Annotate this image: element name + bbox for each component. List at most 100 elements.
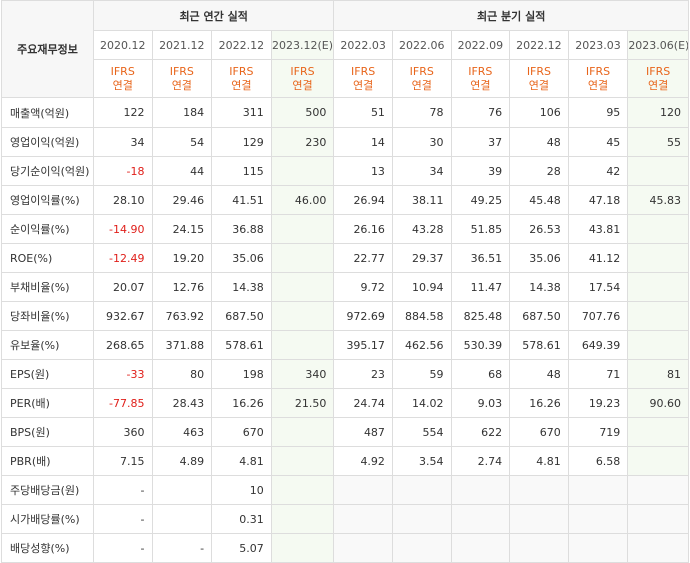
table-cell: 530.39 [450,330,511,360]
ifrs-consolidated: 연결 [587,78,609,92]
table-cell [391,504,452,534]
table-cell: 51 [333,97,393,128]
table-cell: 71 [567,359,629,389]
table-cell: 649.39 [567,330,629,360]
table-cell [509,533,569,563]
table-cell: -14.90 [92,214,153,244]
table-cell: 13 [333,156,393,186]
table-row: 시가배당률(%) - 0.31 [1,504,689,534]
period-header: 2023.06(E) [627,30,689,60]
financial-table: 주요재무정보 최근 연간 실적 최근 분기 실적 2020.12 2021.12 2… [1,0,689,563]
table-cell [270,504,335,534]
table-cell [627,504,689,534]
period-header: 2023.03 [567,30,629,60]
table-row: 당좌비율(%) 932.67 763.92 687.50 972.69 884.58 825… [1,301,689,331]
table-cell: 26.16 [333,214,393,244]
table-cell: 28.10 [92,185,153,215]
table-cell: 6.58 [567,446,629,476]
table-cell [450,533,511,563]
table-cell: 500 [270,97,335,128]
ifrs-label: IFRS 연결 [450,59,511,98]
table-row: 당기순이익(억원) -18 44 115 13 34 39 28 42 [1,156,689,186]
table-cell: 687.50 [211,301,272,331]
table-cell [270,417,335,447]
table-cell: 29.46 [151,185,213,215]
table-cell: 28 [509,156,569,186]
table-cell: 95 [567,97,629,128]
table-cell: 268.65 [92,330,153,360]
table-cell: 115 [211,156,272,186]
period-header: 2022.12 [509,30,569,60]
table-cell: -18 [92,156,153,186]
table-cell: 4.81 [509,446,569,476]
table-cell: 395.17 [333,330,393,360]
table-cell [509,504,569,534]
ifrs-standard: IFRS [585,64,611,78]
ifrs-standard: IFRS [468,64,493,78]
table-cell [627,214,689,244]
table-cell: 14.38 [509,272,569,302]
table-row: 유보율(%) 268.65 371.88 578.61 395.17 462.56 530.… [1,330,689,360]
table-row: 배당성향(%) - -5.07 [1,533,689,563]
table-cell: 38.11 [391,185,452,215]
period-header: 2022.09 [450,30,511,60]
table-cell: 42 [567,156,629,186]
table-cell [270,475,335,505]
table-cell: -33 [92,359,153,389]
table-cell: 55 [627,127,689,157]
table-cell [627,330,689,360]
table-cell: 35.06 [509,243,569,273]
table-cell: 12.76 [151,272,213,302]
table-cell: 7.15 [92,446,153,476]
table-cell [270,214,335,244]
ifrs-consolidated: 연결 [292,78,313,92]
table-cell: 19.20 [151,243,213,273]
table-cell: 20.07 [92,272,153,302]
table-row: 영업이익률(%) 28.10 29.46 41.51 46.00 26.94 38.11 49… [1,185,689,215]
ifrs-label: IFRS 연결 [567,59,629,98]
table-cell [333,475,393,505]
ifrs-label: IFRS 연결 [211,59,272,98]
table-cell: 68 [450,359,511,389]
table-cell [509,475,569,505]
table-row: PBR(배) 7.15 4.89 4.81 4.92 3.54 2.74 4.81 6.58 [1,446,689,476]
ifrs-consolidated: 연결 [470,78,491,92]
table-cell: 14.38 [211,272,272,302]
table-cell [270,330,335,360]
table-cell: 4.92 [333,446,393,476]
table-cell: 44 [151,156,213,186]
quarterly-group-title: 최근 분기 실적 [333,0,689,31]
table-cell: 29.37 [391,243,452,273]
table-cell: 371.88 [151,330,213,360]
ifrs-standard: IFRS [526,64,552,78]
table-cell: 3.54 [391,446,452,476]
table-row: 매출액(억원) 122 184 311 500 51 78 76 106 95 120 [1,97,689,128]
table-cell: 90.60 [627,388,689,418]
table-cell: 47.18 [567,185,629,215]
table-cell: 120 [627,97,689,128]
table-cell [333,504,393,534]
table-cell: 14.02 [391,388,452,418]
table-row: 부채비율(%) 20.07 12.76 14.38 9.72 10.94 11.47 14.3… [1,272,689,302]
period-header: 2023.12(E) [270,30,335,60]
ifrs-standard: IFRS [290,64,315,78]
table-cell: 198 [211,359,272,389]
table-cell: 45 [567,127,629,157]
table-cell: 10.94 [391,272,452,302]
table-cell [333,533,393,563]
table-cell: 35.06 [211,243,272,273]
table-cell: 45.83 [627,185,689,215]
period-header: 2020.12 [92,30,153,60]
ifrs-consolidated: 연결 [648,78,669,92]
table-cell: 462.56 [391,330,452,360]
table-cell [627,301,689,331]
table-corner-label: 주요재무정보 [1,0,94,98]
table-cell: 311 [211,97,272,128]
ifrs-standard: IFRS [110,64,135,78]
table-cell: 463 [151,417,213,447]
table-cell [627,156,689,186]
row-label: 유보율(%) [1,330,94,360]
table-cell: 932.67 [92,301,153,331]
table-cell: 884.58 [391,301,452,331]
row-label: 배당성향(%) [1,533,94,563]
